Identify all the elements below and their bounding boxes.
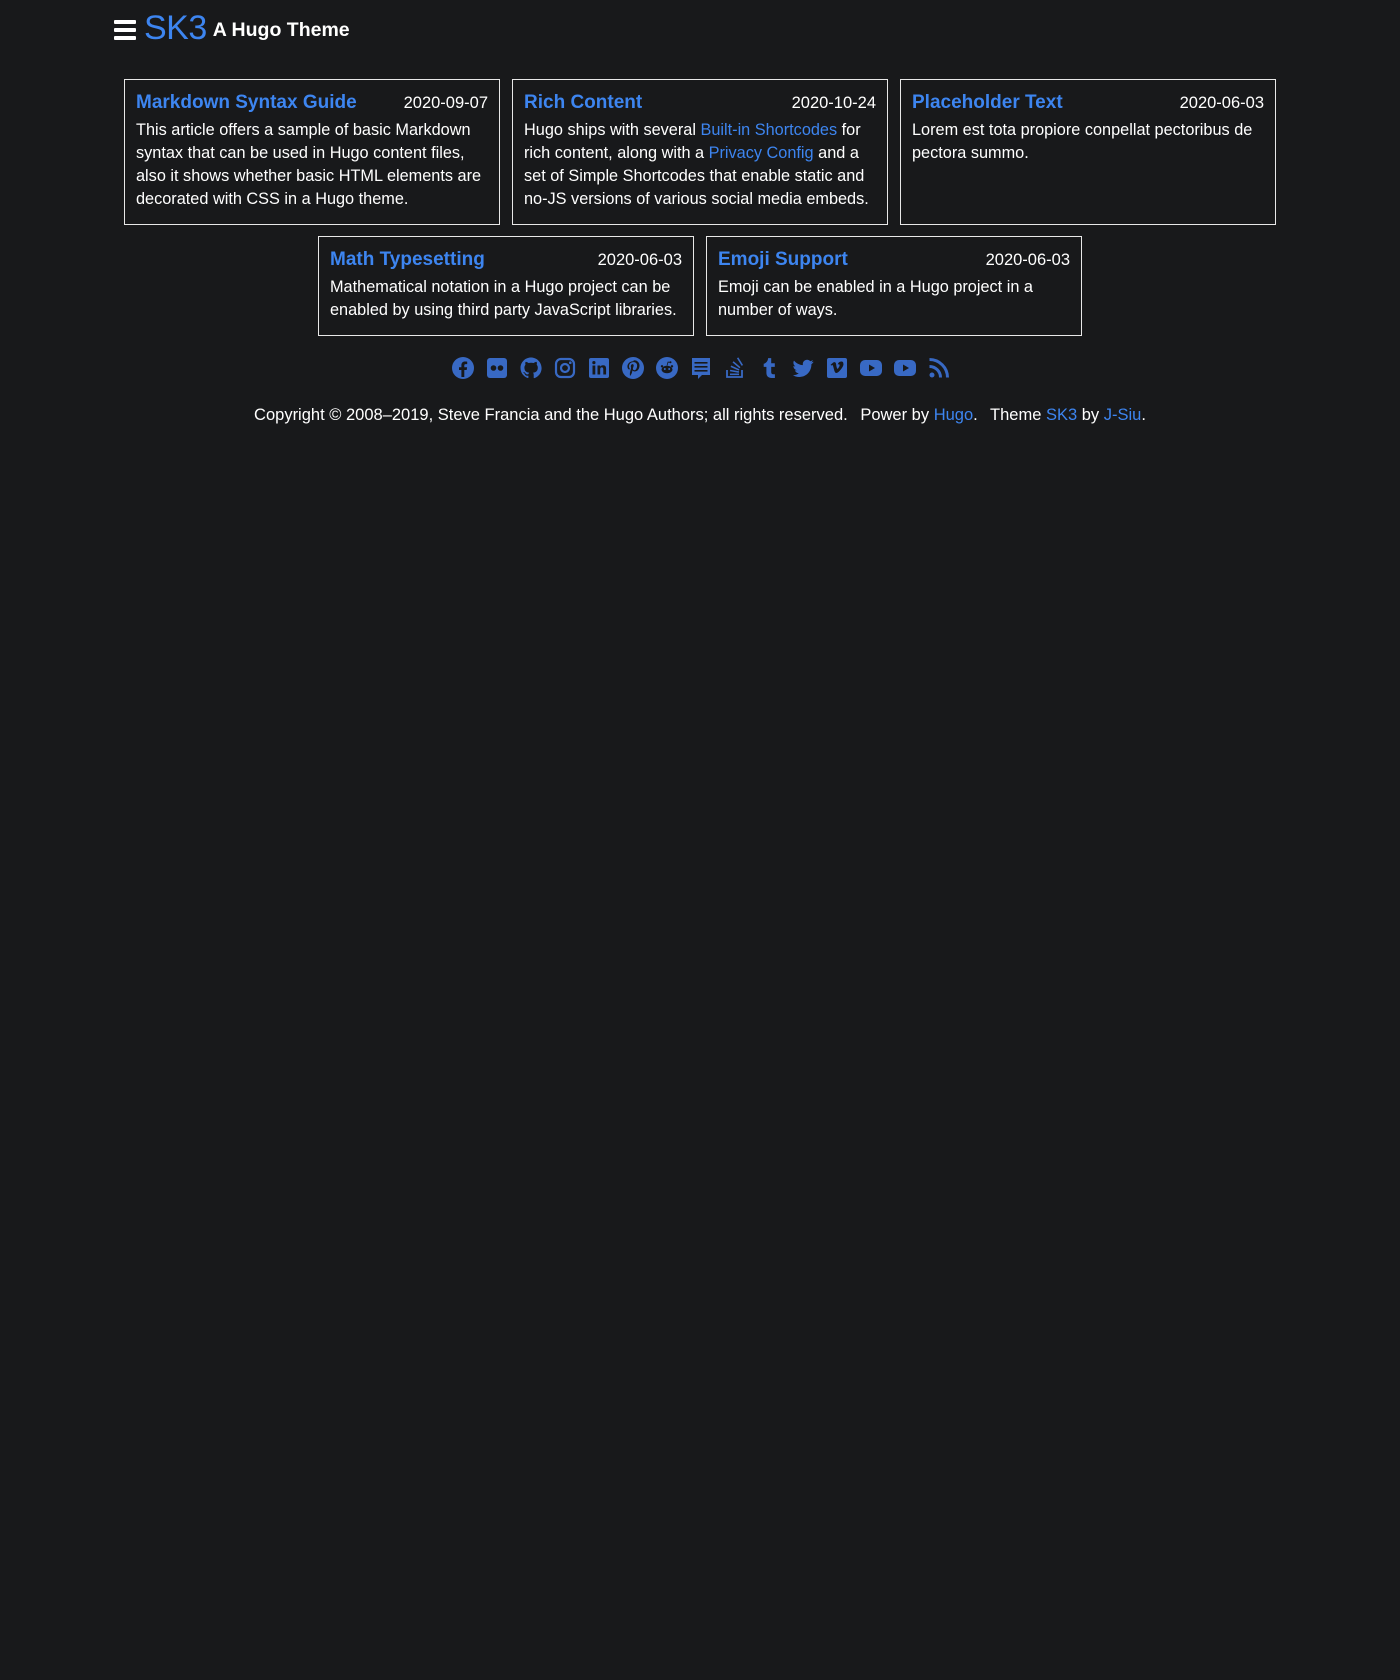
rss-icon[interactable] [927, 356, 951, 380]
post-date: 2020-06-03 [597, 251, 682, 269]
github-icon[interactable] [519, 356, 543, 380]
footer-end: . [1141, 406, 1146, 424]
site-title-link[interactable]: SK3 [144, 9, 207, 48]
post-list: Markdown Syntax Guide 2020-09-07 This ar… [124, 79, 1276, 336]
post-summary: Hugo ships with several Built-in Shortco… [524, 119, 876, 211]
hugo-link[interactable]: Hugo [934, 406, 973, 424]
youtube-icon[interactable] [893, 356, 917, 380]
power-by-suffix: . [973, 406, 978, 424]
site-header: SK3 A Hugo Theme [114, 8, 350, 48]
social-links [0, 356, 1400, 380]
post-card: Placeholder Text 2020-06-03 Lorem est to… [900, 79, 1276, 225]
reddit-icon[interactable] [655, 356, 679, 380]
tumblr-icon[interactable] [757, 356, 781, 380]
facebook-icon[interactable] [451, 356, 475, 380]
post-title-link[interactable]: Placeholder Text [912, 92, 1063, 114]
slack-icon[interactable] [689, 356, 713, 380]
site-footer: Copyright © 2008–2019, Steve Francia and… [0, 406, 1400, 425]
built-in-shortcodes-link[interactable]: Built-in Shortcodes [700, 121, 837, 139]
post-summary: Emoji can be enabled in a Hugo project i… [718, 278, 1033, 319]
site-subtitle: A Hugo Theme [212, 18, 350, 41]
post-summary: This article offers a sample of basic Ma… [136, 121, 482, 208]
post-title-link[interactable]: Markdown Syntax Guide [136, 92, 357, 114]
pinterest-icon[interactable] [621, 356, 645, 380]
post-date: 2020-06-03 [1179, 94, 1264, 112]
youtube-icon[interactable] [859, 356, 883, 380]
post-summary: Mathematical notation in a Hugo project … [330, 278, 677, 319]
menu-icon[interactable] [114, 20, 136, 40]
post-card: Math Typesetting 2020-06-03 Mathematical… [318, 236, 694, 336]
post-summary: Lorem est tota propiore conpellat pector… [912, 121, 1253, 162]
summary-text: Hugo ships with several [524, 121, 701, 139]
stackoverflow-icon[interactable] [723, 356, 747, 380]
twitter-icon[interactable] [791, 356, 815, 380]
post-title-link[interactable]: Math Typesetting [330, 249, 485, 271]
post-date: 2020-09-07 [403, 94, 488, 112]
post-card: Rich Content 2020-10-24 Hugo ships with … [512, 79, 888, 225]
post-title-link[interactable]: Emoji Support [718, 249, 848, 271]
instagram-icon[interactable] [553, 356, 577, 380]
j-siu-link[interactable]: J-Siu [1104, 406, 1142, 424]
post-date: 2020-06-03 [985, 251, 1070, 269]
copyright-text: Copyright © 2008–2019, Steve Francia and… [254, 406, 848, 424]
post-title-link[interactable]: Rich Content [524, 92, 642, 114]
flickr-icon[interactable] [485, 356, 509, 380]
post-card: Emoji Support 2020-06-03 Emoji can be en… [706, 236, 1082, 336]
theme-text: Theme [990, 406, 1046, 424]
sk3-theme-link[interactable]: SK3 [1046, 406, 1077, 424]
by-text: by [1077, 406, 1104, 424]
linkedin-icon[interactable] [587, 356, 611, 380]
privacy-config-link[interactable]: Privacy Config [709, 144, 814, 162]
vimeo-icon[interactable] [825, 356, 849, 380]
post-date: 2020-10-24 [791, 94, 876, 112]
post-card: Markdown Syntax Guide 2020-09-07 This ar… [124, 79, 500, 225]
power-by-text: Power by [860, 406, 934, 424]
